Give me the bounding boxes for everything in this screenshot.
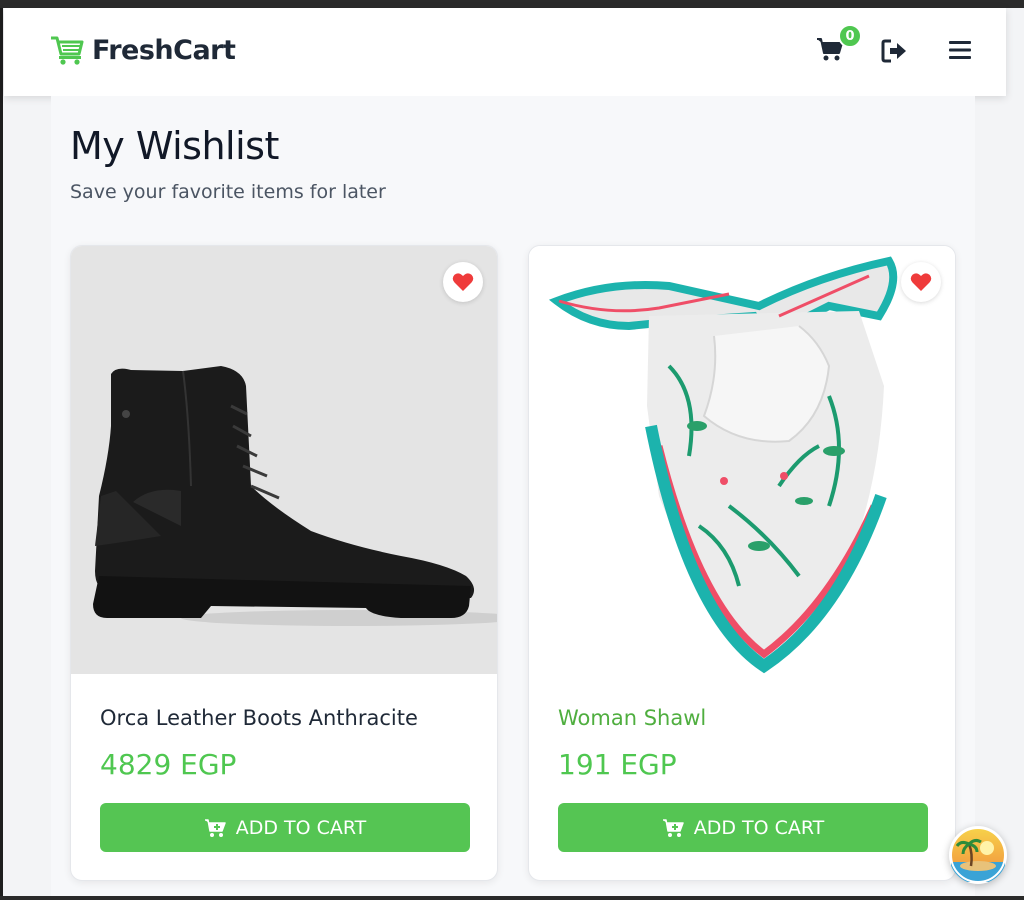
page-subtitle: Save your favorite items for later — [70, 181, 386, 203]
brand-name: FreshCart — [92, 34, 236, 66]
window-top-edge — [0, 0, 1024, 8]
hamburger-menu-icon — [949, 41, 971, 59]
page-title: My Wishlist — [70, 124, 279, 168]
add-to-cart-button[interactable]: ADD TO CART — [558, 803, 928, 852]
product-price: 191 EGP — [558, 748, 677, 781]
nav-cart-button[interactable]: 0 — [816, 24, 862, 66]
island-icon — [950, 827, 1006, 883]
logout-icon — [881, 39, 906, 63]
window-left-edge — [0, 8, 3, 900]
logout-button[interactable] — [881, 38, 909, 64]
cart-plus-icon — [662, 818, 684, 837]
black-boot-image — [93, 366, 497, 626]
add-to-cart-label: ADD TO CART — [235, 816, 367, 839]
cart-plus-icon — [204, 818, 226, 837]
wishlist-section: My Wishlist Save your favorite items for… — [51, 96, 975, 900]
product-card: Orca Leather Boots Anthracite 4829 EGP A… — [70, 245, 498, 881]
product-image[interactable] — [71, 246, 497, 674]
product-price: 4829 EGP — [100, 748, 237, 781]
window-bottom-edge — [0, 896, 1024, 900]
cart-count-badge: 0 — [838, 24, 862, 48]
wishlist-heart-button[interactable] — [443, 262, 483, 302]
floating-chat-widget[interactable] — [949, 826, 1007, 884]
cart-logo-icon — [51, 36, 84, 65]
floral-shawl-image — [548, 256, 898, 674]
brand-logo-link[interactable]: FreshCart — [50, 34, 236, 66]
wishlist-heart-button[interactable] — [901, 262, 941, 302]
add-to-cart-button[interactable]: ADD TO CART — [100, 803, 470, 852]
menu-button[interactable] — [948, 39, 972, 61]
add-to-cart-label: ADD TO CART — [693, 816, 825, 839]
heart-icon — [452, 273, 474, 291]
product-card: Woman Shawl 191 EGP ADD TO CART — [528, 245, 956, 881]
product-title[interactable]: Orca Leather Boots Anthracite — [100, 706, 418, 730]
navbar: FreshCart 0 — [4, 8, 1006, 96]
heart-icon — [910, 273, 932, 291]
product-title[interactable]: Woman Shawl — [558, 706, 706, 730]
product-image[interactable] — [529, 246, 955, 674]
